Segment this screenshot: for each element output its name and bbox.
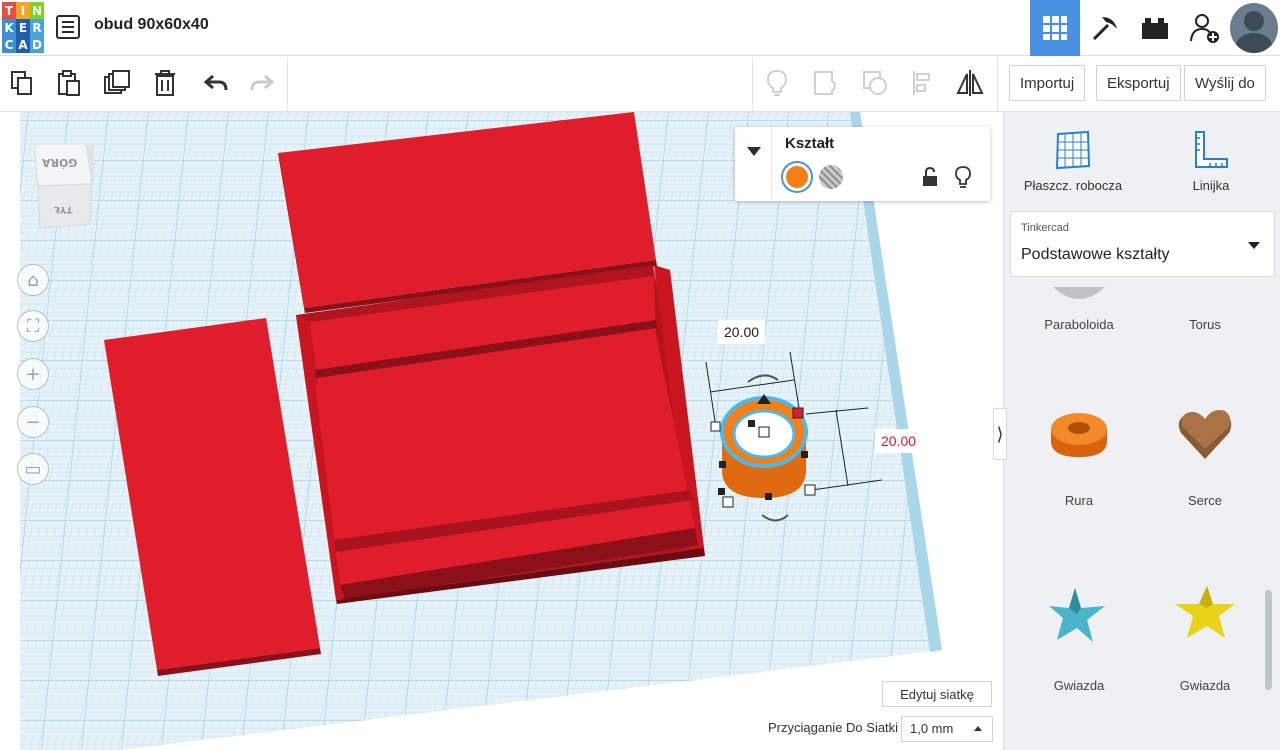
shape-library-dropdown[interactable]: Tinkercad Podstawowe kształty: [1010, 211, 1275, 277]
toolbar-divider: [752, 57, 753, 111]
toolbar-divider: [997, 57, 998, 111]
shape-label: Rura: [1064, 493, 1094, 508]
scene-svg: [20, 112, 942, 750]
home-icon[interactable]: ⌂: [17, 264, 49, 296]
workplane-icon: [1055, 130, 1091, 170]
mirror-icon[interactable]: [954, 67, 986, 99]
box-shape[interactable]: [296, 265, 705, 604]
align-icon[interactable]: [907, 67, 939, 99]
sidebar-scrollbar[interactable]: [1265, 590, 1272, 690]
library-category: Tinkercad: [1021, 222, 1069, 234]
chevron-down-icon: [1248, 242, 1260, 249]
top-bar: T I N K E R C A D obud 90x60x40: [0, 0, 1280, 56]
logo-letter: I: [16, 2, 30, 19]
logo-letter: T: [2, 2, 16, 19]
logo-letter: D: [30, 36, 44, 53]
shape-label: Torus: [1189, 317, 1221, 332]
import-button[interactable]: Importuj: [1009, 65, 1086, 101]
library-selected: Podstawowe kształty: [1021, 246, 1170, 263]
shape-label: Gwiazda: [1179, 678, 1231, 693]
edit-grid-button[interactable]: Edytuj siatkę: [882, 681, 992, 707]
redo-icon[interactable]: [246, 67, 278, 99]
shape-tile-tube[interactable]: Rura: [1016, 395, 1142, 515]
fit-icon[interactable]: ⛶: [17, 310, 49, 342]
view-cube[interactable]: GÓRA TYŁ: [33, 142, 96, 229]
logo-letter: N: [30, 2, 44, 19]
right-sidebar: Płaszcz. robocza Linijka Tinkercad Podst…: [1003, 112, 1280, 750]
lock-open-icon[interactable]: [922, 167, 938, 187]
inspector-title: Kształt: [785, 135, 835, 152]
undo-icon[interactable]: [200, 67, 232, 99]
send-to-button[interactable]: Wyślij do: [1184, 65, 1266, 101]
ortho-icon[interactable]: ▭: [17, 453, 49, 485]
heart-icon: [1178, 410, 1232, 459]
panel-divider: [771, 127, 772, 201]
shape-tile-star-teal[interactable]: Gwiazda: [1016, 570, 1142, 693]
viewcube-front-label: TYŁ: [54, 204, 73, 214]
zoom-out-icon[interactable]: −: [17, 406, 49, 438]
sidebar-toggle-icon[interactable]: ⟩: [993, 408, 1007, 460]
shape-label: Paraboloida: [1044, 317, 1114, 332]
logo-letter: C: [2, 36, 16, 53]
logo-letter: R: [30, 19, 44, 36]
copy-icon[interactable]: [6, 67, 38, 99]
width-dimension-label[interactable]: 20.00: [718, 320, 766, 344]
tube-icon: [1051, 413, 1107, 457]
shape-label: Gwiazda: [1053, 678, 1105, 693]
trash-icon[interactable]: [149, 67, 181, 99]
paste-icon[interactable]: [53, 67, 85, 99]
document-title[interactable]: obud 90x60x40: [94, 16, 209, 34]
grid-view-icon[interactable]: [1030, 0, 1080, 56]
logo-letter: A: [16, 36, 30, 53]
duplicate-icon[interactable]: [101, 67, 133, 99]
workplane-tool[interactable]: Płaszcz. robocza: [1004, 112, 1142, 202]
toolbar-divider: [287, 57, 288, 111]
workplane-tool-label: Płaszcz. robocza: [1023, 178, 1123, 193]
export-button[interactable]: Eksportuj: [1096, 65, 1181, 101]
edit-toolbar: Importuj Eksportuj Wyślij do: [0, 57, 1280, 112]
lightbulb-icon[interactable]: [761, 67, 793, 99]
solid-color-swatch[interactable]: [783, 163, 811, 191]
bricks-icon[interactable]: [1130, 0, 1180, 56]
zoom-in-icon[interactable]: +: [17, 358, 49, 390]
star-yellow-icon: [1175, 586, 1235, 638]
group-icon[interactable]: [810, 67, 842, 99]
snap-grid-select[interactable]: 1,0 mm: [901, 716, 993, 742]
viewcube-top-label: GÓRA: [42, 156, 78, 169]
hole-swatch[interactable]: [819, 165, 843, 189]
list-icon[interactable]: [56, 15, 80, 39]
shape-inspector: Kształt: [735, 127, 990, 201]
paraboloid-icon: [1053, 287, 1105, 299]
add-user-icon[interactable]: [1180, 0, 1230, 56]
shape-tile-paraboloid[interactable]: Paraboloida: [1016, 287, 1142, 407]
logo-letter: E: [16, 19, 30, 36]
collapse-caret-icon[interactable]: [747, 147, 761, 156]
shape-tile-torus[interactable]: Torus: [1142, 287, 1268, 407]
ruler-tool[interactable]: Linijka: [1142, 112, 1280, 202]
workplane-canvas[interactable]: 20.00 20.00: [0, 112, 1003, 750]
snap-grid-label: Przyciąganie Do Siatki: [768, 720, 899, 735]
user-avatar[interactable]: [1230, 3, 1278, 53]
shape-label: Serce: [1188, 493, 1222, 508]
pickaxe-icon[interactable]: [1080, 0, 1130, 56]
ruler-icon: [1195, 131, 1228, 168]
logo-letter: K: [2, 19, 16, 36]
lightbulb-icon[interactable]: [954, 165, 972, 189]
depth-dimension-label[interactable]: 20.00: [875, 429, 923, 453]
shape-tile-heart[interactable]: Serce: [1142, 395, 1268, 515]
ungroup-icon[interactable]: [859, 67, 891, 99]
tinkercad-editor: T I N K E R C A D obud 90x60x40 Importuj…: [0, 0, 1280, 750]
ruler-tool-label: Linijka: [1192, 178, 1230, 193]
star-teal-icon: [1049, 588, 1105, 642]
shape-tile-star-yellow[interactable]: Gwiazda: [1142, 570, 1268, 693]
tinkercad-logo[interactable]: T I N K E R C A D: [2, 2, 44, 54]
